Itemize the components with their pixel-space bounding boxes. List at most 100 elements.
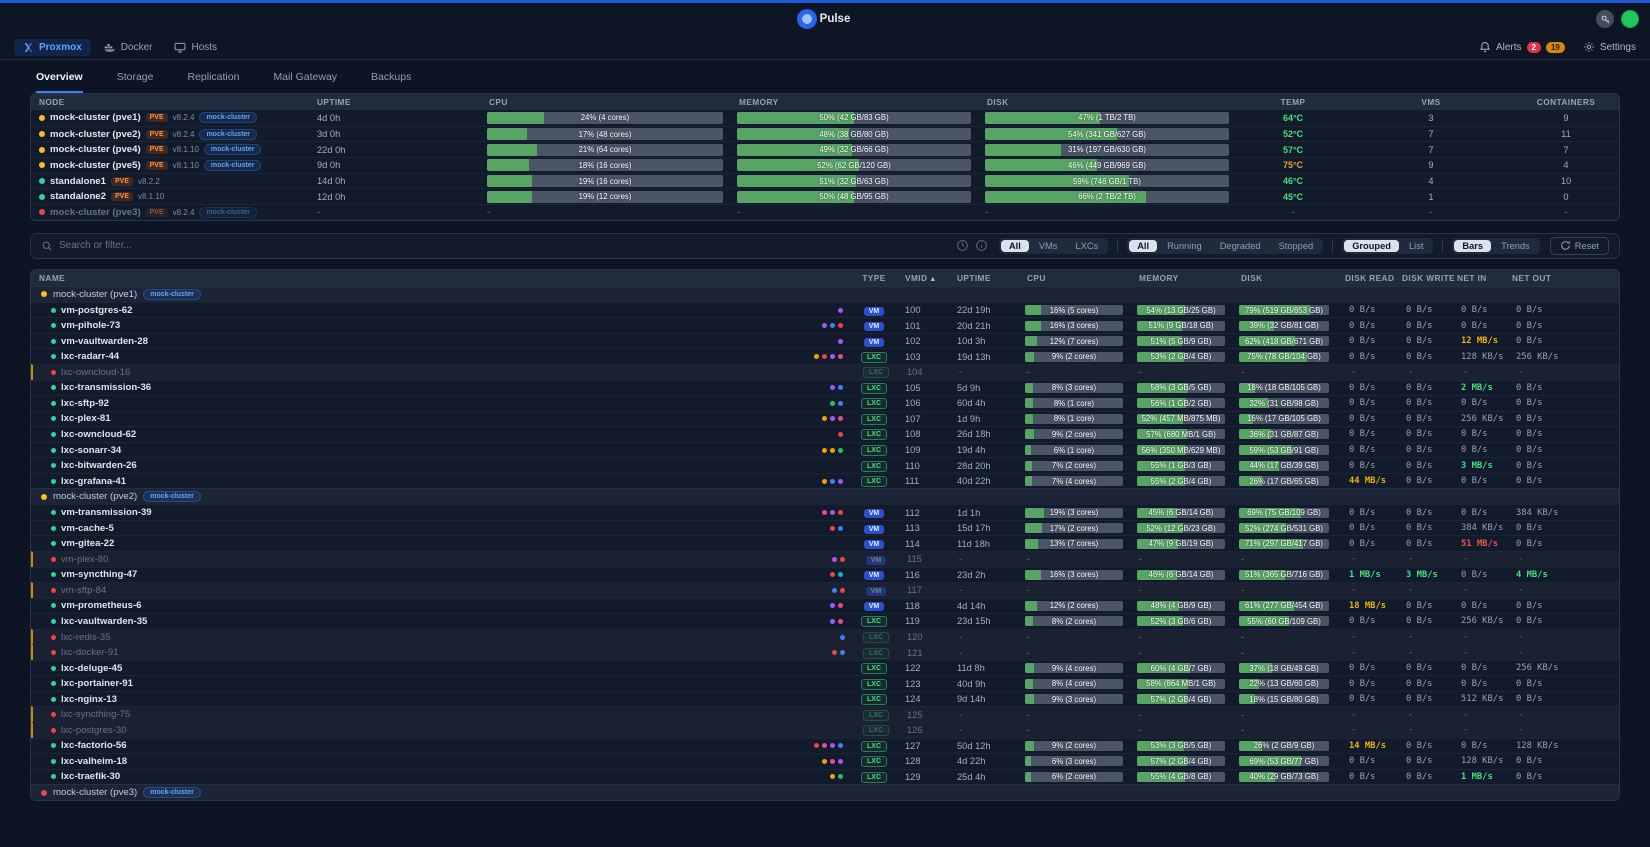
guest-row[interactable]: lxc-valheim-18 LXC 128 4d 22h 6% (3 cores) 57… xyxy=(31,753,1619,769)
node-memory: 50% (48 GB/95 GB) xyxy=(731,190,979,203)
guest-row[interactable]: vm-prometheus-6 VM 118 4d 14h 12% (2 cores) 4… xyxy=(31,597,1619,614)
nav-tab-hosts[interactable]: Hosts xyxy=(165,39,226,56)
guest-row[interactable]: vm-vaultwarden-28 VM 102 10d 3h 12% (7 cores… xyxy=(31,332,1619,349)
search-input[interactable] xyxy=(59,240,953,252)
layout-filter-option-list[interactable]: List xyxy=(1401,240,1431,252)
guest-row[interactable]: vm-syncthing-47 VM 116 23d 2h 16% (3 cores) 4… xyxy=(31,566,1619,583)
guest-row[interactable]: lxc-sonarr-34 LXC 109 19d 4h 6% (1 core) 56% … xyxy=(31,441,1619,458)
status-filter-option-running[interactable]: Running xyxy=(1159,240,1210,252)
tag-dot xyxy=(830,416,835,422)
display-filter-option-trends[interactable]: Trends xyxy=(1493,240,1538,252)
node-row[interactable]: mock-cluster (pve5) PVE v8.1.10 mock-cluste… xyxy=(31,157,1619,173)
node-row[interactable]: standalone2 PVE v8.1.10 12d 0h 19% (12 cores… xyxy=(31,188,1619,204)
guest-name-cell: lxc-deluge-45 xyxy=(31,663,851,674)
guest-group-header[interactable]: mock-cluster (pve1) mock-cluster xyxy=(31,285,1619,302)
logout-button[interactable] xyxy=(1596,10,1614,28)
tab-overview[interactable]: Overview xyxy=(36,69,83,93)
primary-nav: Proxmox Docker Hosts Alerts 2 19 Settings xyxy=(0,35,1650,60)
guest-row[interactable]: lxc-radarr-44 LXC 103 19d 13h 9% (2 cores) 53… xyxy=(31,348,1619,364)
history-icon[interactable] xyxy=(953,239,972,252)
nav-tab-docker[interactable]: Docker xyxy=(95,39,162,56)
guest-row[interactable]: lxc-redis-35 LXC 120 - - - - - - - - xyxy=(31,628,1619,645)
alerts-button[interactable]: Alerts 2 19 xyxy=(1479,41,1565,53)
tab-storage[interactable]: Storage xyxy=(117,69,154,93)
filter-divider xyxy=(1442,238,1444,253)
guest-type-filter-option-all[interactable]: All xyxy=(1000,239,1029,252)
guest-row[interactable]: lxc-owncloud-16 LXC 104 - - - - - - - - xyxy=(31,364,1619,380)
guest-memory-label: 47% (9 GB/19 GB) xyxy=(1148,539,1214,549)
node-memory: 51% (32 GB/63 GB) xyxy=(731,175,979,188)
guest-uptime: 19d 4h xyxy=(957,445,986,455)
guest-row[interactable]: vm-pihole-73 VM 101 20d 21h 16% (3 cores) 51%… xyxy=(31,317,1619,333)
node-row[interactable]: standalone1 PVE v8.2.2 14d 0h 19% (16 cores)… xyxy=(31,172,1619,189)
nav-tab-proxmox[interactable]: Proxmox xyxy=(14,38,91,56)
guest-disk-label: 26% (17 GB/65 GB) xyxy=(1249,476,1319,486)
guest-row[interactable]: lxc-transmission-36 LXC 105 5d 9h 8% (3 core… xyxy=(31,379,1619,396)
guest-group-header[interactable]: mock-cluster (pve3) mock-cluster xyxy=(31,784,1619,801)
node-memory-label: 51% (32 GB/63 GB) xyxy=(819,176,889,186)
info-icon[interactable] xyxy=(972,239,991,252)
connection-status-indicator[interactable] xyxy=(1622,11,1638,27)
empty-value: - xyxy=(1518,632,1524,643)
layout-filter-option-grouped[interactable]: Grouped xyxy=(1344,239,1399,252)
guest-row[interactable]: vm-sftp-84 VM 117 - - - - - - - - xyxy=(31,582,1619,598)
status-filter-option-degraded[interactable]: Degraded xyxy=(1212,240,1269,252)
guest-name: lxc-grafana-41 xyxy=(61,475,127,487)
status-filter-option-stopped[interactable]: Stopped xyxy=(1271,240,1322,252)
display-filter-option-bars[interactable]: Bars xyxy=(1454,239,1492,252)
tag-dot xyxy=(830,525,835,531)
guest-uptime: 28d 20h xyxy=(957,460,991,471)
guest-name: lxc-sftp-92 xyxy=(61,397,109,409)
guest-row[interactable]: lxc-owncloud-62 LXC 108 26d 18h 9% (2 cores)… xyxy=(31,426,1619,442)
guest-net-out: 256 KB/s xyxy=(1516,663,1559,674)
guest-row[interactable]: lxc-traefik-30 LXC 129 25d 4h 6% (2 cores) 55… xyxy=(31,768,1619,785)
guest-disk-bar: 59% (53 GB/91 GB) xyxy=(1239,445,1329,455)
guest-type-badge: LXC xyxy=(861,445,887,456)
guest-tags xyxy=(832,650,845,656)
guest-row[interactable]: lxc-grafana-41 LXC 111 40d 22h 7% (4 cores) 5… xyxy=(31,472,1619,489)
guest-row[interactable]: lxc-vaultwarden-35 LXC 119 23d 15h 8% (2 cor… xyxy=(31,613,1619,629)
guest-type-filter-option-vms[interactable]: VMs xyxy=(1031,240,1066,252)
empty-value: - xyxy=(1429,207,1433,218)
node-row[interactable]: mock-cluster (pve1) PVE v8.2.4 mock-cluster… xyxy=(31,110,1619,126)
guest-row[interactable]: lxc-sftp-92 LXC 106 60d 4h 8% (1 core) 56% (1… xyxy=(31,395,1619,411)
node-status-dot xyxy=(39,178,45,185)
node-row[interactable]: mock-cluster (pve4) PVE v8.1.10 mock-cluste… xyxy=(31,141,1619,157)
guest-row[interactable]: lxc-nginx-13 LXC 124 9d 14h 9% (3 cores) 57% … xyxy=(31,690,1619,707)
reset-button[interactable]: Reset xyxy=(1549,236,1609,255)
guest-row[interactable]: lxc-syncthing-75 LXC 125 - - - - - - - - xyxy=(31,706,1619,723)
node-row[interactable]: mock-cluster (pve3) PVE v8.2.4 mock-cluster… xyxy=(31,204,1619,220)
tab-replication[interactable]: Replication xyxy=(187,69,239,93)
guest-type-badge: VM xyxy=(863,306,885,316)
guest-group-header[interactable]: mock-cluster (pve2) mock-cluster xyxy=(31,488,1619,505)
alerts-label: Alerts xyxy=(1495,41,1522,53)
node-row[interactable]: mock-cluster (pve2) PVE v8.2.4 mock-cluster… xyxy=(31,125,1619,142)
guest-row[interactable]: lxc-postgres-30 LXC 126 - - - - - - - - xyxy=(31,722,1619,738)
guest-disk-write: 0 B/s xyxy=(1406,771,1433,782)
guest-vmid: 106 xyxy=(905,398,921,409)
guest-row[interactable]: lxc-plex-81 LXC 107 1d 9h 8% (1 core) 52% (45… xyxy=(31,410,1619,427)
guest-net-in: 384 KB/s xyxy=(1461,523,1504,534)
guest-row[interactable]: vm-gitea-22 VM 114 11d 18h 13% (7 cores) 47% … xyxy=(31,535,1619,551)
guest-row[interactable]: lxc-deluge-45 LXC 122 11d 8h 9% (4 cores) 60%… xyxy=(31,659,1619,676)
guest-cpu-label: 8% (3 cores) xyxy=(1051,383,1097,393)
guest-type-badge: VM xyxy=(863,337,885,347)
tab-mail-gateway[interactable]: Mail Gateway xyxy=(273,69,337,93)
guest-row[interactable]: lxc-docker-91 LXC 121 - - - - - - - - xyxy=(31,644,1619,660)
guest-table-header: NAME TYPE VMID ▲ UPTIME CPU MEMORY DISK DISK REA… xyxy=(31,269,1619,286)
guest-row[interactable]: lxc-portainer-91 LXC 123 40d 9h 8% (4 cores)… xyxy=(31,675,1619,691)
guest-disk: 75% (78 GB/104 GB) xyxy=(1233,351,1337,362)
guest-row[interactable]: lxc-bitwarden-26 LXC 110 28d 20h 7% (2 cores… xyxy=(31,457,1619,473)
guest-row[interactable]: vm-cache-5 VM 113 15d 17h 17% (2 cores) 52% (… xyxy=(31,519,1619,536)
settings-button[interactable]: Settings xyxy=(1583,41,1636,53)
guest-name: lxc-vaultwarden-35 xyxy=(61,615,148,627)
guest-row[interactable]: vm-transmission-39 VM 112 1d 1h 19% (3 cores… xyxy=(31,504,1619,520)
guest-type-filter-option-lxcs[interactable]: LXCs xyxy=(1067,240,1106,252)
node-disk-bar: 31% (197 GB/630 GB) xyxy=(985,143,1229,156)
guest-row[interactable]: vm-postgres-62 VM 100 22d 19h 16% (5 cores) 5… xyxy=(31,301,1619,318)
status-filter-option-all[interactable]: All xyxy=(1129,239,1158,252)
guest-disk-read: 0 B/s xyxy=(1349,336,1376,347)
guest-row[interactable]: lxc-factorio-56 LXC 127 50d 12h 9% (2 cores)… xyxy=(31,737,1619,754)
guest-row[interactable]: vm-plex-80 VM 115 - - - - - - - - xyxy=(31,551,1619,567)
tab-backups[interactable]: Backups xyxy=(371,69,411,93)
